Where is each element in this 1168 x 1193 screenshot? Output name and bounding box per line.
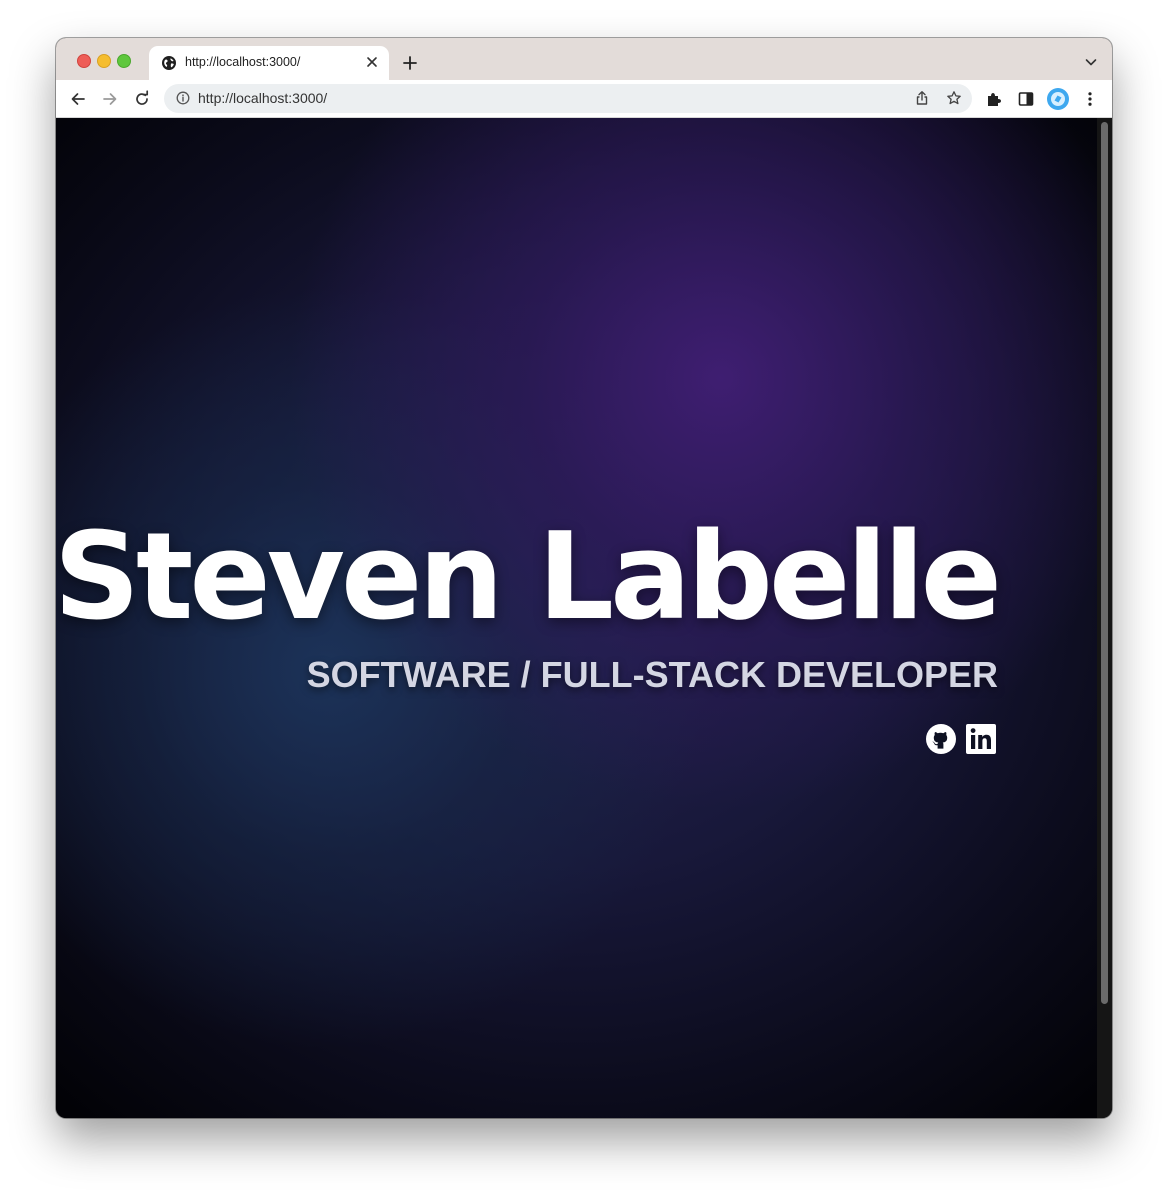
tab-strip: http://localhost:3000/ xyxy=(56,38,1112,80)
hero-subtitle: SOFTWARE / FULL-STACK DEVELOPER xyxy=(306,654,998,695)
close-window-button[interactable] xyxy=(77,54,91,68)
browser-tab[interactable]: http://localhost:3000/ xyxy=(149,46,389,80)
hero-name: Steven Labelle xyxy=(56,508,1002,647)
reload-icon[interactable] xyxy=(133,90,151,108)
plus-icon[interactable] xyxy=(402,55,418,71)
puzzle-icon[interactable] xyxy=(985,90,1003,108)
linkedin-icon xyxy=(966,724,996,754)
close-icon[interactable] xyxy=(364,54,380,70)
kebab-menu-icon[interactable] xyxy=(1081,90,1099,108)
back-arrow-icon[interactable] xyxy=(69,90,87,108)
minimize-window-button[interactable] xyxy=(97,54,111,68)
info-icon[interactable] xyxy=(176,91,190,105)
browser-toolbar: http://localhost:3000/ xyxy=(56,80,1112,118)
tab-title: http://localhost:3000/ xyxy=(185,55,301,69)
address-bar[interactable]: http://localhost:3000/ xyxy=(164,84,972,113)
globe-icon xyxy=(162,56,176,70)
star-icon[interactable] xyxy=(946,90,962,106)
page-viewport: Steven Labelle SOFTWARE / FULL-STACK DEV… xyxy=(56,118,1112,1118)
chevron-down-icon[interactable] xyxy=(1084,55,1098,69)
github-icon xyxy=(926,724,956,754)
maximize-window-button[interactable] xyxy=(117,54,131,68)
vertical-scrollbar[interactable] xyxy=(1097,118,1112,1118)
scrollbar-thumb[interactable] xyxy=(1101,122,1108,1004)
browser-window: http://localhost:3000/ http://localhost:… xyxy=(56,38,1112,1118)
github-link[interactable] xyxy=(925,723,957,755)
side-panel-icon[interactable] xyxy=(1017,90,1035,108)
profile-avatar-icon[interactable] xyxy=(1047,88,1069,110)
share-icon[interactable] xyxy=(914,90,930,106)
forward-arrow-icon[interactable] xyxy=(101,90,119,108)
linkedin-link[interactable] xyxy=(965,723,997,755)
profile-avatar-glyph xyxy=(1051,92,1065,106)
address-bar-url[interactable]: http://localhost:3000/ xyxy=(198,90,327,106)
